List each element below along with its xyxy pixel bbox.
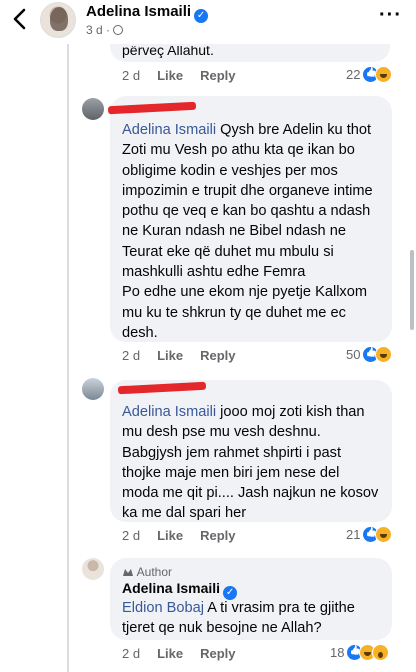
reaction-summary[interactable]: 50	[346, 346, 393, 363]
reaction-summary[interactable]: 22	[346, 66, 393, 83]
commenter-name[interactable]: Adelina Ismaili ✓	[122, 578, 238, 600]
reply-text-line: jooo moj zoti kish than	[216, 404, 365, 420]
avatar[interactable]	[82, 558, 104, 580]
reply-text-line: impozimin e trupit dhe organeve intime	[122, 182, 373, 199]
reply-text-line: pothu qe veq e kan bo qashtu a ndash	[122, 203, 371, 220]
haha-reaction-icon	[375, 526, 393, 543]
like-button[interactable]: Like	[157, 528, 183, 543]
scrollbar[interactable]	[410, 250, 414, 330]
reply-button[interactable]: Reply	[200, 646, 235, 661]
reaction-count: 18	[330, 645, 345, 660]
like-button[interactable]: Like	[157, 348, 183, 363]
reply-text-line: Babgjysh jem rahmet shpirti i past	[122, 444, 341, 461]
reply-body: Adelina Ismaili Qysh bre Adelin ku thot …	[122, 120, 390, 343]
reaction-count: 50	[346, 347, 361, 362]
post-meta: 3 d ·	[86, 23, 124, 37]
avatar[interactable]	[82, 98, 104, 120]
reply-text-line: Po edhe une ekom nje pyetje Kallxom	[122, 284, 368, 301]
reply-text-line: thojke maje men biri jem nese del	[122, 464, 340, 481]
reply-text-line: tjeret qe nuk besojne ne Allah?	[122, 620, 322, 637]
verified-badge-icon: ✓	[194, 9, 209, 23]
reply-text-line: mu desh pse mu vesh deshnu.	[122, 424, 321, 441]
reply-text-line: obligime kodin e veshjes per mos	[122, 162, 338, 179]
reply-text-line: Zoti mu Vesh po athu kta qe ikan bo	[122, 142, 355, 159]
post-time[interactable]: 3 d ·	[86, 23, 110, 37]
reply-text-line: mu ku te shkrun ty qe duhet me ec	[122, 304, 346, 321]
comment-time[interactable]: 2 d	[122, 348, 140, 363]
redacted-name	[117, 381, 207, 395]
comment-time[interactable]: 2 d	[122, 646, 140, 661]
like-button[interactable]: Like	[157, 68, 183, 83]
author-badge-icon	[123, 569, 133, 576]
comment-time[interactable]: 2 d	[122, 68, 140, 83]
reply-button[interactable]: Reply	[200, 348, 235, 363]
reply-body: Eldion Bobaj A ti vrasim pra te gjithe t…	[122, 598, 390, 639]
redacted-name	[107, 101, 197, 115]
reaction-summary[interactable]: 21	[346, 526, 393, 543]
reply-text-line: ne Kuran ndash ne Bibel ndash ne	[122, 223, 346, 240]
reaction-count: 22	[346, 67, 361, 82]
avatar[interactable]	[82, 378, 104, 400]
comment-actions: 2 d Like Reply	[122, 68, 253, 83]
more-dots-icon[interactable]: ···	[379, 5, 402, 25]
post-header: Adelina Ismaili ✓ 3 d · ···	[0, 0, 416, 44]
reply-actions: 2 d Like Reply	[122, 528, 253, 543]
reply-button[interactable]: Reply	[200, 68, 235, 83]
reply-text-line: desh.	[122, 324, 158, 341]
commenter-name-text[interactable]: Adelina Ismaili	[122, 580, 220, 596]
author-tag-label: Author	[136, 565, 173, 579]
reply-text-line: moda me qit pi.... Jash najkun ne kosov	[122, 485, 379, 502]
globe-icon	[113, 25, 124, 35]
mention-link[interactable]: Adelina Ismaili	[122, 122, 216, 138]
avatar[interactable]	[40, 2, 76, 38]
reaction-count: 21	[346, 527, 361, 542]
reply-text-line: ka me dal spari her	[122, 505, 247, 522]
reply-text-line: A ti vrasim pra te gjithe	[203, 600, 355, 616]
haha-reaction-icon	[375, 66, 393, 83]
reaction-summary[interactable]: 18	[330, 644, 390, 661]
mention-link[interactable]: Eldion Bobaj	[122, 600, 204, 616]
haha-reaction-icon	[375, 346, 393, 363]
reply-actions: 2 d Like Reply	[122, 348, 253, 363]
thread-line	[67, 44, 69, 672]
reply-button[interactable]: Reply	[200, 528, 235, 543]
reply-body: Adelina Ismaili jooo moj zoti kish than …	[122, 402, 390, 524]
like-button[interactable]: Like	[157, 646, 183, 661]
comment-time[interactable]: 2 d	[122, 528, 140, 543]
reply-bubble: Adelina Ismaili Qysh bre Adelin ku thot …	[107, 96, 392, 343]
author-name[interactable]: Adelina Ismaili ✓	[86, 3, 209, 23]
reply-text-line: Qysh bre Adelin ku thot	[216, 122, 372, 138]
reply-bubble: Author Adelina Ismaili ✓ Eldion Bobaj A t…	[110, 558, 392, 640]
reply-text-line: mashkulli ashtu edhe Femra	[122, 264, 306, 281]
author-name-text[interactable]: Adelina Ismaili	[86, 3, 191, 20]
reply-text-line: Teurat eke që duhet mu mbulu si	[122, 243, 334, 260]
chevron-left-icon[interactable]	[10, 6, 30, 32]
mention-link[interactable]: Adelina Ismaili	[122, 404, 216, 420]
wow-reaction-icon	[372, 644, 390, 661]
reply-bubble: Adelina Ismaili jooo moj zoti kish than …	[110, 380, 392, 522]
reply-actions: 2 d Like Reply	[122, 646, 253, 661]
